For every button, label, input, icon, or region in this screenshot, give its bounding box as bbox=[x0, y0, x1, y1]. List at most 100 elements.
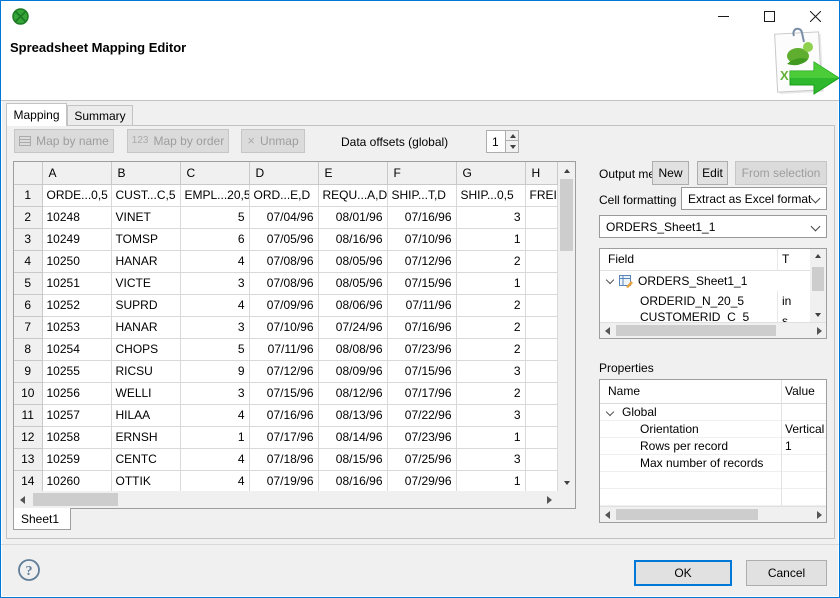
grid-cell[interactable]: 07/16/96 bbox=[387, 316, 456, 338]
scroll-up-button[interactable] bbox=[558, 162, 575, 179]
grid-cell[interactable]: CHOPS bbox=[111, 338, 180, 360]
vertical-scroll-thumb[interactable] bbox=[560, 179, 573, 251]
column-header-f[interactable]: F bbox=[387, 162, 456, 184]
grid-cell[interactable]: 10260 bbox=[42, 470, 111, 491]
row-header[interactable]: 14 bbox=[14, 470, 42, 491]
field-tree-vertical-scrollbar[interactable] bbox=[810, 249, 826, 322]
spinner-down-button[interactable] bbox=[506, 142, 519, 152]
grid-cell[interactable] bbox=[525, 382, 557, 404]
grid-cell[interactable] bbox=[525, 206, 557, 228]
grid-cell[interactable]: 07/10/96 bbox=[249, 316, 318, 338]
grid-cell[interactable] bbox=[525, 448, 557, 470]
column-header-a[interactable]: A bbox=[42, 162, 111, 184]
property-group-global[interactable]: Global bbox=[600, 404, 826, 421]
grid-cell[interactable]: 3 bbox=[180, 316, 249, 338]
grid-cell[interactable]: RICSU bbox=[111, 360, 180, 382]
data-offsets-spinner[interactable]: 1 bbox=[486, 130, 519, 153]
grid-cell[interactable]: 08/05/96 bbox=[318, 250, 387, 272]
field-tree-item[interactable]: CUSTOMERID_C_5s bbox=[600, 311, 810, 322]
grid-cell[interactable]: 07/16/96 bbox=[387, 206, 456, 228]
edit-metadata-button[interactable]: Edit bbox=[697, 161, 728, 185]
grid-cell[interactable]: 07/11/96 bbox=[387, 294, 456, 316]
grid-cell[interactable]: 3 bbox=[456, 404, 525, 426]
grid-cell[interactable]: 9 bbox=[180, 360, 249, 382]
grid-cell[interactable]: 08/09/96 bbox=[318, 360, 387, 382]
grid-cell[interactable]: 10255 bbox=[42, 360, 111, 382]
horizontal-scroll-thumb[interactable] bbox=[616, 325, 776, 336]
scroll-right-button[interactable] bbox=[812, 323, 826, 338]
grid-cell[interactable]: CENTC bbox=[111, 448, 180, 470]
scroll-right-button[interactable] bbox=[812, 507, 826, 522]
grid-cell[interactable]: 07/15/96 bbox=[387, 272, 456, 294]
horizontal-scroll-thumb[interactable] bbox=[33, 493, 118, 506]
grid-cell[interactable]: 1 bbox=[456, 272, 525, 294]
grid-cell[interactable]: HANAR bbox=[111, 316, 180, 338]
cancel-button[interactable]: Cancel bbox=[746, 560, 827, 586]
column-header-b[interactable]: B bbox=[111, 162, 180, 184]
grid-cell[interactable]: 07/04/96 bbox=[249, 206, 318, 228]
mapping-select[interactable]: ORDERS_Sheet1_1 bbox=[599, 215, 827, 238]
grid-cell[interactable]: 10254 bbox=[42, 338, 111, 360]
row-header[interactable]: 6 bbox=[14, 294, 42, 316]
grid-cell[interactable] bbox=[525, 338, 557, 360]
grid-cell[interactable]: VICTE bbox=[111, 272, 180, 294]
row-header[interactable]: 5 bbox=[14, 272, 42, 294]
grid-cell[interactable]: SUPRD bbox=[111, 294, 180, 316]
grid-cell[interactable]: 07/05/96 bbox=[249, 228, 318, 250]
help-button[interactable]: ? bbox=[17, 558, 41, 582]
grid-cell[interactable]: 4 bbox=[180, 294, 249, 316]
horizontal-scroll-thumb[interactable] bbox=[616, 509, 758, 520]
row-header[interactable]: 12 bbox=[14, 426, 42, 448]
grid-cell[interactable]: 08/13/96 bbox=[318, 404, 387, 426]
ok-button[interactable]: OK bbox=[634, 560, 732, 586]
grid-cell[interactable]: ORDE...0,5 bbox=[42, 184, 111, 206]
grid-cell[interactable]: TOMSP bbox=[111, 228, 180, 250]
grid-cell[interactable]: 08/06/96 bbox=[318, 294, 387, 316]
row-header[interactable]: 1 bbox=[14, 184, 42, 206]
row-header[interactable]: 3 bbox=[14, 228, 42, 250]
row-header[interactable]: 8 bbox=[14, 338, 42, 360]
grid-cell[interactable]: 3 bbox=[456, 206, 525, 228]
grid-cell[interactable] bbox=[525, 228, 557, 250]
row-header[interactable]: 4 bbox=[14, 250, 42, 272]
grid-cell[interactable]: 10251 bbox=[42, 272, 111, 294]
grid-corner-cell[interactable] bbox=[14, 162, 42, 184]
grid-cell[interactable]: SHIP...0,5 bbox=[456, 184, 525, 206]
map-by-name-button[interactable]: Map by name bbox=[14, 129, 114, 153]
field-tree-horizontal-scrollbar[interactable] bbox=[600, 322, 826, 338]
grid-cell[interactable]: 6 bbox=[180, 228, 249, 250]
grid-cell[interactable]: 08/05/96 bbox=[318, 272, 387, 294]
grid-cell[interactable] bbox=[525, 404, 557, 426]
unmap-button[interactable]: × Unmap bbox=[241, 129, 305, 153]
column-header-h[interactable]: H bbox=[525, 162, 557, 184]
grid-horizontal-scrollbar[interactable] bbox=[14, 491, 558, 508]
grid-cell[interactable]: 07/12/96 bbox=[249, 360, 318, 382]
grid-cell[interactable]: 08/16/96 bbox=[318, 470, 387, 491]
grid-cell[interactable] bbox=[525, 470, 557, 491]
grid-cell[interactable]: 07/17/96 bbox=[249, 426, 318, 448]
column-header-g[interactable]: G bbox=[456, 162, 525, 184]
grid-cell[interactable]: 07/15/96 bbox=[387, 360, 456, 382]
spinner-up-button[interactable] bbox=[506, 131, 519, 141]
grid-cell[interactable]: VINET bbox=[111, 206, 180, 228]
grid-cell[interactable] bbox=[525, 426, 557, 448]
grid-cell[interactable]: 07/19/96 bbox=[249, 470, 318, 491]
grid-cell[interactable]: 07/10/96 bbox=[387, 228, 456, 250]
minimize-button[interactable] bbox=[700, 1, 746, 31]
column-header-c[interactable]: C bbox=[180, 162, 249, 184]
grid-vertical-scrollbar[interactable] bbox=[558, 162, 575, 491]
property-row[interactable]: Rows per record1 bbox=[600, 438, 826, 455]
row-header[interactable]: 7 bbox=[14, 316, 42, 338]
column-header-e[interactable]: E bbox=[318, 162, 387, 184]
grid-cell[interactable]: ORD...E,D bbox=[249, 184, 318, 206]
grid-cell[interactable]: 1 bbox=[456, 426, 525, 448]
grid-cell[interactable]: 07/15/96 bbox=[249, 382, 318, 404]
grid-cell[interactable]: 07/08/96 bbox=[249, 272, 318, 294]
grid-cell[interactable]: 5 bbox=[180, 338, 249, 360]
scroll-right-button[interactable] bbox=[541, 491, 558, 508]
grid-cell[interactable]: 07/22/96 bbox=[387, 404, 456, 426]
grid-cell[interactable]: EMPL...20,5 bbox=[180, 184, 249, 206]
grid-cell[interactable]: 4 bbox=[180, 448, 249, 470]
grid-cell[interactable]: 10256 bbox=[42, 382, 111, 404]
grid-cell[interactable]: 07/25/96 bbox=[387, 448, 456, 470]
